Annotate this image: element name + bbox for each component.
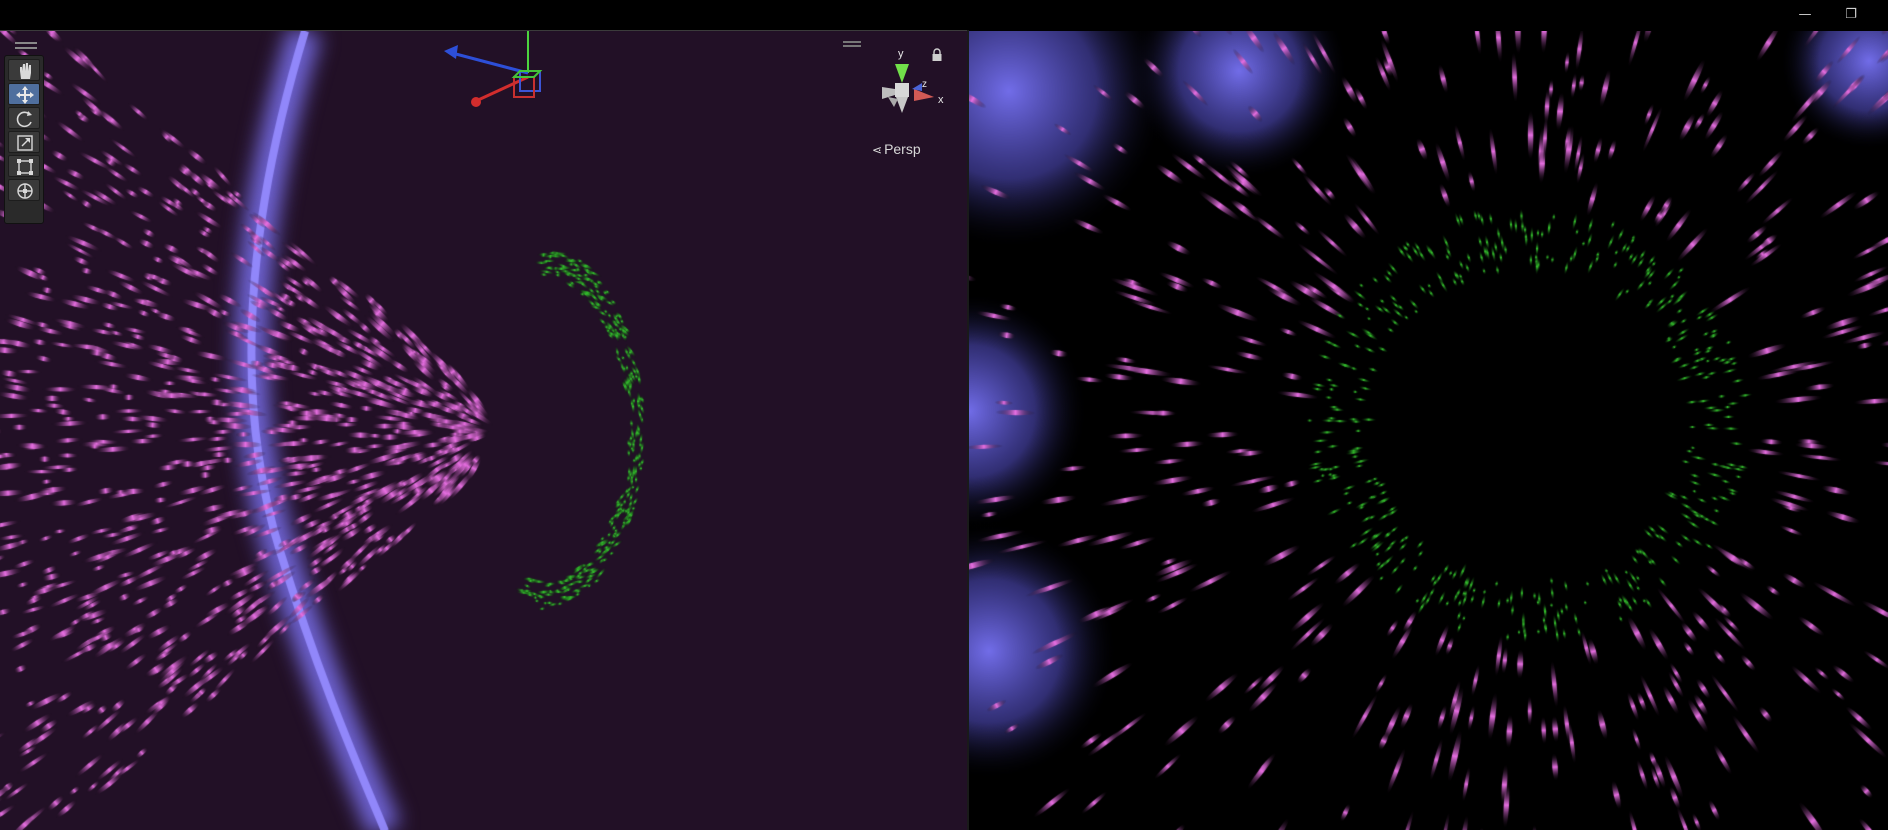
scene-view[interactable]: y z x ⋖ Persp [0, 31, 967, 830]
perspective-icon: ⋖ [872, 143, 883, 157]
move-handle-gizmo[interactable] [436, 31, 556, 116]
projection-label: Persp [884, 141, 921, 157]
y-axis-label: y [898, 48, 904, 60]
scale-icon [17, 135, 33, 151]
move-icon [16, 86, 34, 104]
transform-tool-button[interactable] [8, 179, 40, 201]
y-axis-cone [895, 64, 909, 83]
move-tool-button[interactable] [8, 83, 40, 105]
hand-tool-button[interactable] [8, 59, 40, 81]
tool-palette [4, 42, 44, 224]
x-arrow-icon [471, 97, 481, 107]
z-axis-cone [912, 83, 922, 91]
orientation-gizmo[interactable]: y z x [862, 45, 952, 140]
title-bar: — ❐ [0, 0, 1888, 30]
scene-canvas[interactable] [0, 31, 967, 830]
overlay-menu-grip[interactable] [843, 41, 861, 47]
scale-tool-button[interactable] [8, 131, 40, 153]
hand-icon [20, 63, 31, 79]
rotate-tool-button[interactable] [8, 107, 40, 129]
z-axis-handle [451, 51, 529, 75]
tool-palette-grip[interactable] [15, 42, 37, 49]
gizmo-center-cube [895, 83, 909, 97]
transform-icon [17, 183, 33, 199]
z-axis-label: z [922, 79, 927, 90]
restore-button[interactable]: ❐ [1840, 4, 1862, 26]
game-view[interactable] [969, 31, 1888, 830]
game-canvas [969, 31, 1888, 830]
rotate-icon [16, 111, 32, 128]
z-arrow-icon [444, 45, 458, 59]
projection-toggle[interactable]: ⋖ Persp [872, 141, 921, 159]
rect-tool-button[interactable] [8, 155, 40, 177]
minimize-button[interactable]: — [1794, 4, 1816, 26]
rect-transform-icon [17, 159, 33, 175]
x-axis-cone [914, 89, 934, 101]
x-axis-label: x [938, 94, 944, 106]
neg-z-cone [888, 97, 898, 107]
